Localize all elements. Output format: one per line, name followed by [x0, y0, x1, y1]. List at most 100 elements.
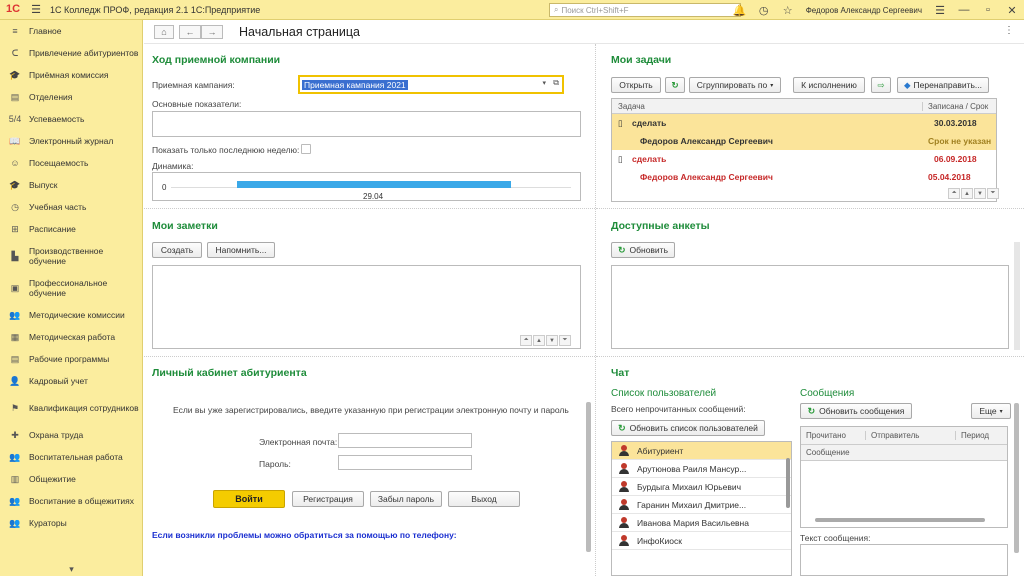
refresh-users-button[interactable]: ↻ Обновить список пользователей	[611, 420, 765, 436]
export-button[interactable]: ⇨	[871, 77, 891, 93]
sidebar-item-qualification[interactable]: ⚑ Квалификация сотрудников	[0, 392, 142, 424]
tasks-title: Мои задачи	[611, 54, 672, 66]
open-icon[interactable]: ⧉	[553, 78, 559, 88]
minimize-icon[interactable]: —	[956, 2, 972, 18]
create-note-button[interactable]: Создать	[152, 242, 202, 258]
scroll-up-icon[interactable]: ▲	[961, 188, 973, 199]
sidebar-item-grades[interactable]: 5/4 Успеваемость	[0, 108, 142, 130]
users-scrollbar[interactable]	[786, 458, 790, 508]
sidebar-item-methodical-work[interactable]: ▦ Методическая работа	[0, 326, 142, 348]
task-name: сделать	[632, 118, 667, 128]
scroll-bottom-icon[interactable]: ⏷	[559, 335, 571, 346]
scroll-top-icon[interactable]: ⏶	[948, 188, 960, 199]
table-row[interactable]: ▯ сделать 30.03.2018	[612, 114, 996, 132]
scroll-down-icon[interactable]: ▼	[546, 335, 558, 346]
bell-icon[interactable]: 🔔	[732, 2, 748, 18]
scroll-top-icon[interactable]: ⏶	[520, 335, 532, 346]
forward-button[interactable]: →	[201, 24, 223, 39]
sidebar-item-journal[interactable]: 📖 Электронный журнал	[0, 130, 142, 152]
search-input[interactable]: ⌕ Поиск Ctrl+Shift+F	[549, 3, 741, 17]
table-row[interactable]: ▯ сделать 06.09.2018	[612, 150, 996, 168]
login-button[interactable]: Войти	[213, 490, 285, 508]
sidebar-item-label: Квалификация сотрудников	[29, 403, 139, 413]
list-item[interactable]: Арутюнова Раиля Мансур...	[612, 460, 791, 478]
exit-button[interactable]: Выход	[448, 491, 520, 507]
last-week-checkbox[interactable]	[301, 144, 311, 154]
register-button[interactable]: Регистрация	[292, 491, 364, 507]
messages-hscroll[interactable]	[815, 518, 985, 522]
table-row[interactable]: Федоров Александр Сергеевич Срок не указ…	[612, 132, 996, 150]
restore-icon[interactable]: ▫	[980, 2, 996, 18]
settings-menu-icon[interactable]: ☰	[932, 2, 948, 18]
star-icon[interactable]: ☆	[780, 2, 796, 18]
more-button[interactable]: Еще ▾	[971, 403, 1011, 419]
back-button[interactable]: ←	[179, 24, 201, 39]
refresh-messages-button[interactable]: ↻ Обновить сообщения	[800, 403, 912, 419]
sidebar-item-educational-work[interactable]: 👥 Воспитательная работа	[0, 446, 142, 468]
email-field[interactable]	[338, 433, 472, 448]
sidebar-item-industrial-training[interactable]: ▙ Производственное обучение	[0, 240, 142, 272]
password-field[interactable]	[338, 455, 472, 470]
sidebar-item-attendance[interactable]: ☺ Посещаемость	[0, 152, 142, 174]
sidebar-item-academic[interactable]: ◷ Учебная часть	[0, 196, 142, 218]
redirect-button[interactable]: ◆ Перенаправить...	[897, 77, 989, 93]
sidebar-item-applicants[interactable]: ᑕ Привлечение абитуриентов	[0, 42, 142, 64]
open-task-button[interactable]: Открыть	[611, 77, 661, 93]
sidebar-item-label: Воспитание в общежитиях	[29, 496, 134, 506]
dropdown-icon[interactable]: ▾	[542, 79, 546, 87]
sidebar-item-professional-training[interactable]: ▣ Профессиональное обучение	[0, 272, 142, 304]
message-text-field[interactable]	[800, 544, 1008, 576]
sidebar-item-label: Привлечение абитуриентов	[29, 48, 139, 58]
campaign-field[interactable]: Приемная кампания 2021 ▾ ⧉	[298, 75, 564, 94]
remind-button[interactable]: Напомнить...	[207, 242, 275, 258]
more-options-icon[interactable]: ⋮	[1004, 25, 1014, 36]
notes-area[interactable]	[152, 265, 581, 349]
forgot-password-button[interactable]: Забыл пароль	[370, 491, 442, 507]
sidebar-item-work-programs[interactable]: ▤ Рабочие программы	[0, 348, 142, 370]
home-button[interactable]: ⌂	[154, 24, 174, 39]
chart-bar	[237, 181, 511, 188]
chat-scrollbar[interactable]	[1014, 403, 1019, 553]
col-sender: Отправитель	[865, 431, 955, 440]
sidebar-item-curators[interactable]: 👥 Кураторы	[0, 512, 142, 534]
group-by-button[interactable]: Сгруппировать по ▾	[689, 77, 781, 93]
user-name: Арутюнова Раиля Мансур...	[637, 463, 747, 474]
table-row[interactable]: Федоров Александр Сергеевич 05.04.2018	[612, 168, 996, 186]
surveys-scrollbar[interactable]	[1014, 242, 1020, 350]
list-item[interactable]: Бурдыга Михаил Юрьевич	[612, 478, 791, 496]
refresh-surveys-button[interactable]: ↻ Обновить	[611, 242, 675, 258]
sidebar-item-labor-safety[interactable]: ✚ Охрана труда	[0, 424, 142, 446]
sidebar-item-departments[interactable]: ▤ Отделения	[0, 86, 142, 108]
sidebar-item-admission[interactable]: 🎓 Приёмная комиссия	[0, 64, 142, 86]
sidebar-item-label: Профессиональное обучение	[29, 278, 108, 298]
scroll-up-icon[interactable]: ▲	[533, 335, 545, 346]
sidebar-item-graduation[interactable]: 🎓 Выпуск	[0, 174, 142, 196]
refresh-tasks-button[interactable]: ↻	[665, 77, 685, 93]
sidebar-item-schedule[interactable]: ⊞ Расписание	[0, 218, 142, 240]
scroll-down-icon[interactable]: ▼	[974, 188, 986, 199]
user-name[interactable]: Федоров Александр Сергеевич	[806, 6, 922, 15]
sidebar-item-main[interactable]: ≡ Главное	[0, 20, 142, 42]
sidebar-item-label: Воспитательная работа	[29, 452, 123, 462]
notes-scroll-controls[interactable]: ⏶ ▲ ▼ ⏷	[519, 335, 571, 346]
sidebar-item-dormitory-education[interactable]: 👥 Воспитание в общежитиях	[0, 490, 142, 512]
sidebar-item-hr[interactable]: 👤 Кадровый учет	[0, 370, 142, 392]
cabinet-scrollbar[interactable]	[586, 402, 591, 552]
list-item[interactable]: Иванова Мария Васильевна	[612, 514, 791, 532]
refresh-users-label: Обновить список пользователей	[629, 423, 758, 433]
indicators-field[interactable]	[152, 111, 581, 137]
list-item[interactable]: ИнфоКиоск	[612, 532, 791, 550]
tasks-scroll-controls[interactable]: ⏶ ▲ ▼ ⏷	[947, 188, 999, 199]
scroll-bottom-icon[interactable]: ⏷	[987, 188, 999, 199]
sidebar-more-icon[interactable]: ▾	[0, 562, 143, 576]
close-icon[interactable]: ✕	[1004, 2, 1020, 18]
list-item[interactable]: Гаранин Михаил Дмитрие...	[612, 496, 791, 514]
history-icon[interactable]: ◷	[756, 2, 772, 18]
user-icon	[619, 462, 629, 475]
execute-button[interactable]: К исполнению	[793, 77, 865, 93]
list-item[interactable]: Абитуриент	[612, 442, 791, 460]
sidebar-item-methodical-commissions[interactable]: 👥 Методические комиссии	[0, 304, 142, 326]
sidebar-item-dormitory[interactable]: ▥ Общежитие	[0, 468, 142, 490]
sidebar-item-label: Главное	[29, 26, 62, 36]
menu-icon[interactable]: ☰	[28, 2, 44, 18]
